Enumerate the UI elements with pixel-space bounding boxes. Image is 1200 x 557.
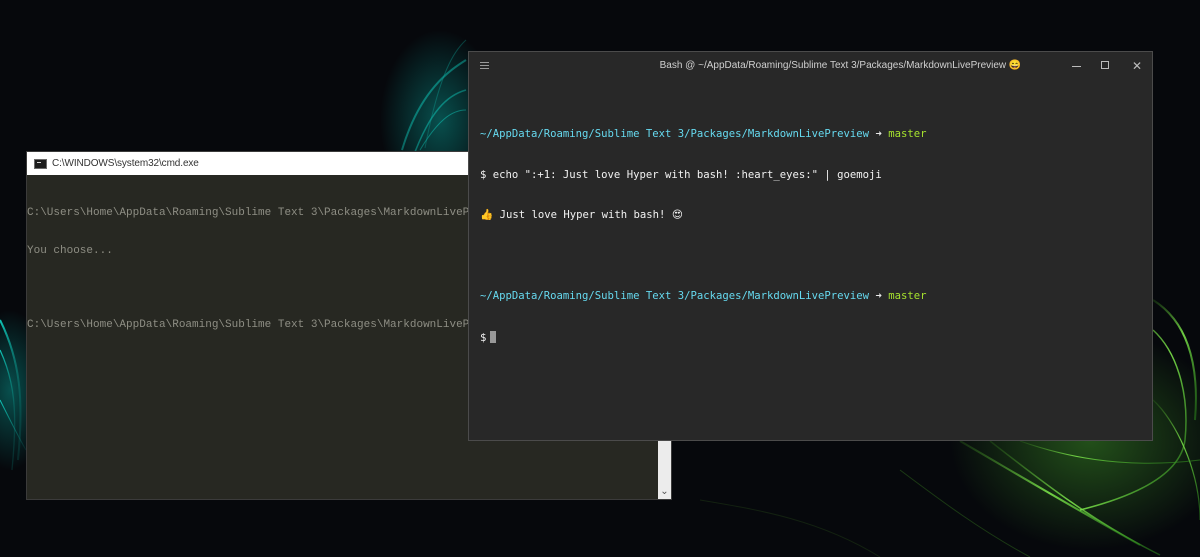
maximize-icon xyxy=(1101,61,1109,69)
output-text: Just love Hyper with bash! xyxy=(499,209,666,221)
cmd-app-icon xyxy=(34,158,47,169)
prompt-line: ~/AppData/Roaming/Sublime Text 3/Package… xyxy=(480,128,1142,142)
prompt-path: ~/AppData/Roaming/Sublime Text 3/Package… xyxy=(480,128,870,140)
minimize-button[interactable] xyxy=(1068,58,1084,74)
prompt-arrow-icon: ➜ xyxy=(875,290,882,302)
input-prompt: $ xyxy=(480,331,487,344)
command-line: $ echo ":+1: Just love Hyper with bash! … xyxy=(480,168,882,181)
prompt-line: ~/AppData/Roaming/Sublime Text 3/Package… xyxy=(480,290,1142,304)
text-cursor xyxy=(490,330,497,343)
close-button[interactable]: ✕ xyxy=(1129,58,1145,74)
git-branch: master xyxy=(888,290,927,302)
heart-eyes-icon: 😍 xyxy=(671,209,683,221)
hyper-window-title: Bash @ ~/AppData/Roaming/Sublime Text 3/… xyxy=(659,60,1022,71)
minimize-icon xyxy=(1071,66,1081,67)
command-output: 👍 Just love Hyper with bash! 😍 xyxy=(480,209,1142,223)
hyper-titlebar[interactable]: Bash @ ~/AppData/Roaming/Sublime Text 3/… xyxy=(469,52,1152,81)
prompt-arrow-icon: ➜ xyxy=(875,128,882,140)
hyper-terminal-window[interactable]: Bash @ ~/AppData/Roaming/Sublime Text 3/… xyxy=(468,51,1153,441)
input-line[interactable]: $ xyxy=(480,330,1142,345)
git-branch: master xyxy=(888,128,927,140)
prompt-path: ~/AppData/Roaming/Sublime Text 3/Package… xyxy=(480,290,870,302)
scroll-down-icon[interactable]: ⌄ xyxy=(658,484,671,499)
close-icon: ✕ xyxy=(1131,59,1143,73)
terminal-output[interactable]: ~/AppData/Roaming/Sublime Text 3/Package… xyxy=(480,101,1142,430)
thumbs-up-icon: 👍 xyxy=(480,209,494,221)
maximize-button[interactable] xyxy=(1097,58,1113,74)
cmd-window-title: C:\WINDOWS\system32\cmd.exe xyxy=(52,158,199,169)
